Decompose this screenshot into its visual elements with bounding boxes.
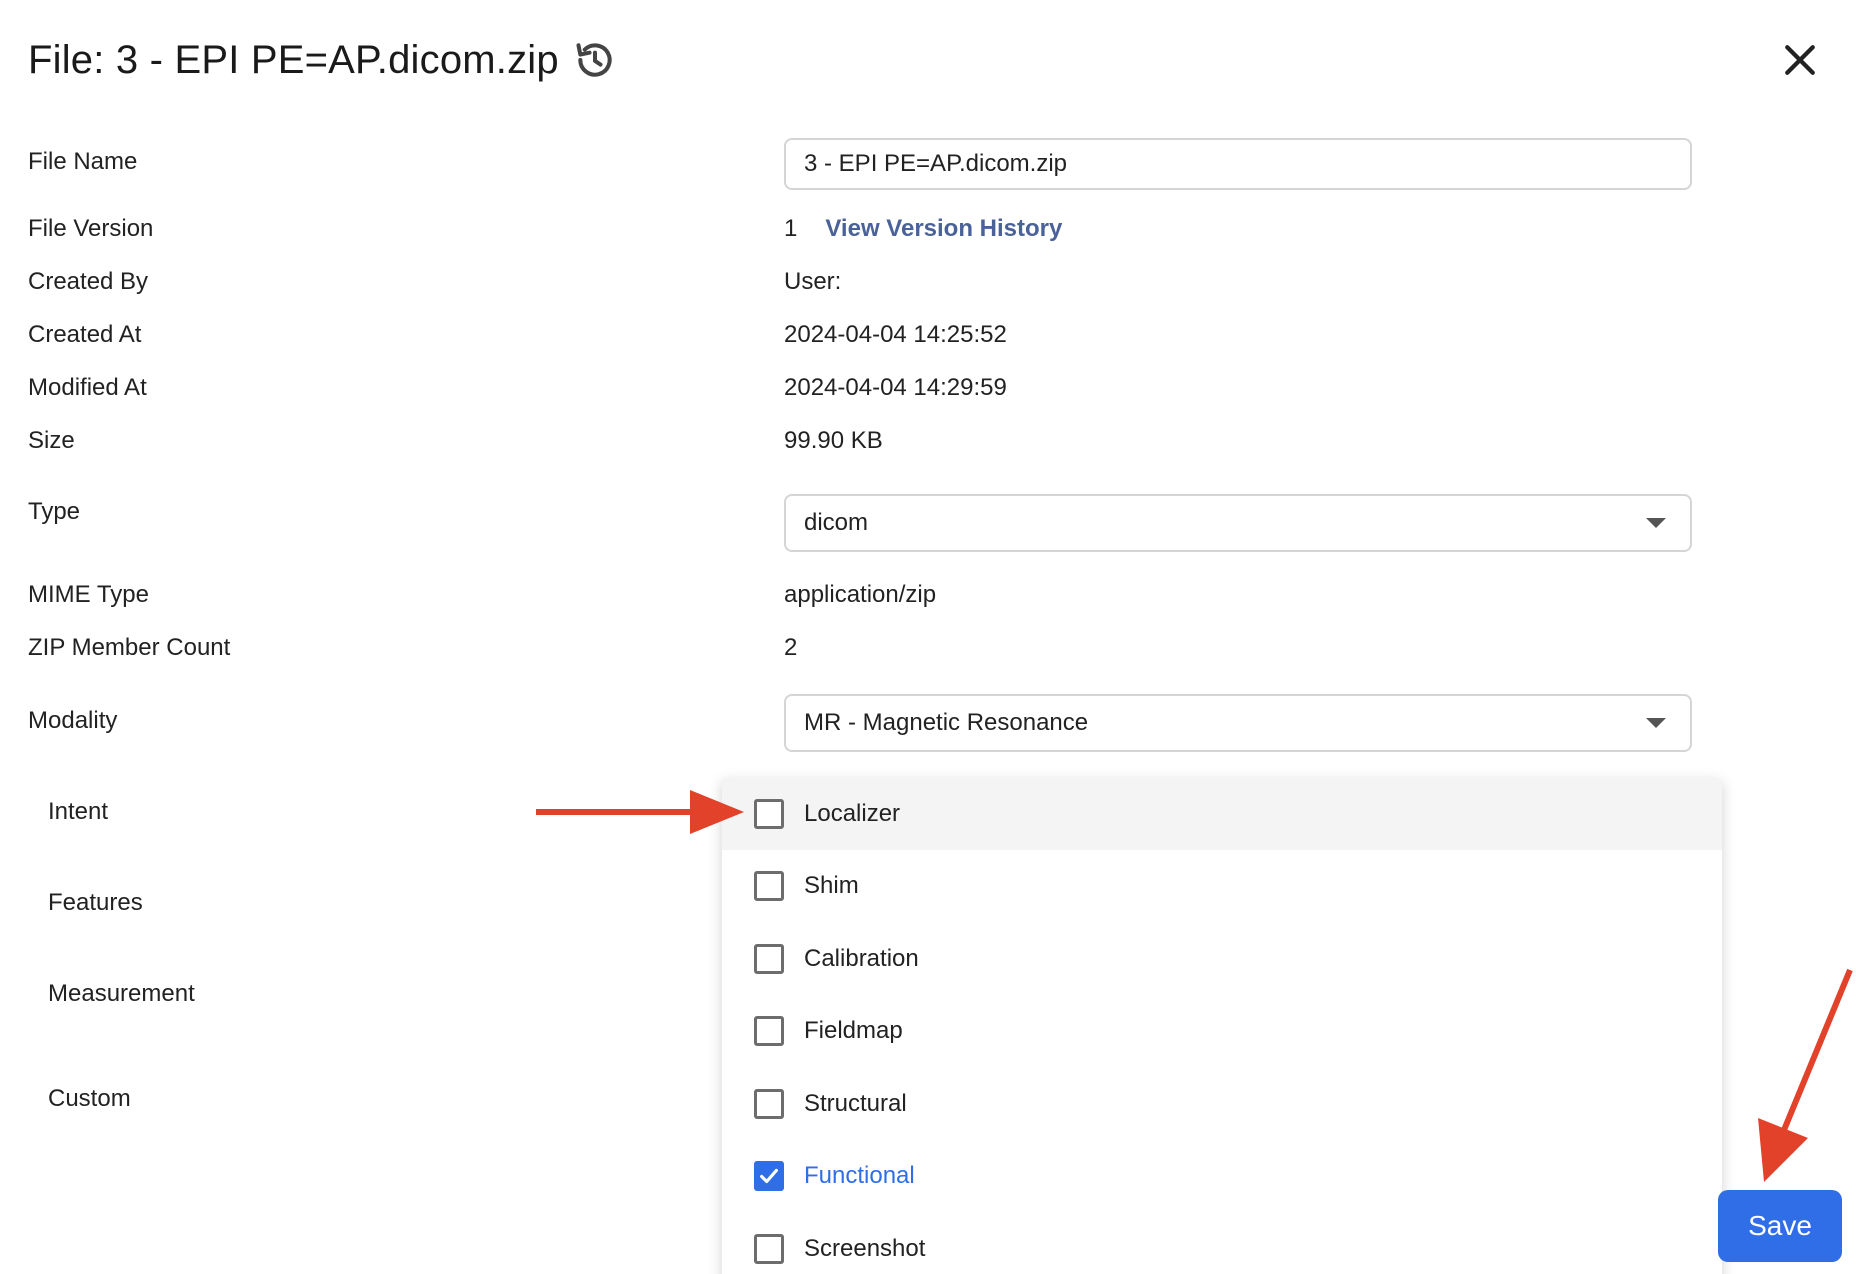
- mime-type-label: MIME Type: [28, 581, 149, 608]
- created-at-label: Created At: [28, 321, 142, 348]
- file-name-label: File Name: [28, 148, 138, 175]
- intent-option-localizer[interactable]: Localizer: [722, 778, 1722, 850]
- option-label: Screenshot: [804, 1235, 926, 1262]
- intent-option-structural[interactable]: Structural: [722, 1068, 1722, 1140]
- type-select-value: dicom: [804, 509, 869, 536]
- modality-select[interactable]: MR - Magnetic Resonance: [784, 694, 1692, 752]
- checkbox[interactable]: [754, 1016, 784, 1046]
- type-label: Type: [28, 498, 81, 525]
- close-icon: [1785, 45, 1815, 75]
- history-icon[interactable]: [573, 38, 617, 82]
- view-version-history-link[interactable]: View Version History: [825, 215, 1062, 242]
- dialog-title: File: 3 - EPI PE=AP.dicom.zip: [28, 37, 559, 82]
- intent-option-fieldmap[interactable]: Fieldmap: [722, 995, 1722, 1067]
- chevron-down-icon: [1646, 518, 1666, 528]
- size-value: 99.90 KB: [784, 427, 883, 454]
- created-by-value: User:: [784, 268, 842, 295]
- annotation-arrow-icon: [536, 790, 744, 834]
- modified-at-label: Modified At: [28, 374, 147, 401]
- file-version-value: 1: [784, 215, 798, 242]
- zip-member-count-value: 2: [784, 634, 798, 661]
- custom-label: Custom: [48, 1085, 131, 1112]
- intent-label: Intent: [48, 798, 109, 825]
- type-select[interactable]: dicom: [784, 494, 1692, 552]
- file-name-value: 3 - EPI PE=AP.dicom.zip: [804, 150, 1068, 177]
- checkbox[interactable]: [754, 799, 784, 829]
- checkbox[interactable]: [754, 1234, 784, 1264]
- created-at-value: 2024-04-04 14:25:52: [784, 321, 1007, 348]
- zip-member-count-label: ZIP Member Count: [28, 634, 231, 661]
- checkbox[interactable]: [754, 944, 784, 974]
- option-label: Localizer: [804, 800, 901, 827]
- intent-dropdown-menu: Localizer Shim Calibration Fieldmap Stru…: [722, 778, 1722, 1274]
- modality-select-value: MR - Magnetic Resonance: [804, 709, 1089, 736]
- intent-option-screenshot[interactable]: Screenshot: [722, 1213, 1722, 1274]
- created-by-label: Created By: [28, 268, 149, 295]
- close-button[interactable]: [1776, 36, 1824, 84]
- modality-label: Modality: [28, 707, 118, 734]
- features-label: Features: [48, 889, 143, 916]
- checkbox[interactable]: [754, 1089, 784, 1119]
- checkbox-checked[interactable]: [754, 1161, 784, 1191]
- checkbox[interactable]: [754, 871, 784, 901]
- option-label: Shim: [804, 872, 859, 899]
- intent-option-shim[interactable]: Shim: [722, 850, 1722, 922]
- save-button[interactable]: Save: [1718, 1190, 1842, 1262]
- option-label: Functional: [804, 1162, 915, 1189]
- measurement-label: Measurement: [48, 980, 195, 1007]
- file-name-input[interactable]: 3 - EPI PE=AP.dicom.zip: [784, 138, 1692, 190]
- file-version-label: File Version: [28, 215, 154, 242]
- option-label: Structural: [804, 1090, 907, 1117]
- dialog-header: File: 3 - EPI PE=AP.dicom.zip: [28, 30, 617, 90]
- intent-option-functional[interactable]: Functional: [722, 1140, 1722, 1212]
- file-version-row: 1 View Version History: [784, 215, 1062, 243]
- option-label: Calibration: [804, 945, 919, 972]
- size-label: Size: [28, 427, 75, 454]
- mime-type-value: application/zip: [784, 581, 937, 608]
- annotation-arrow-icon: [1758, 968, 1853, 1182]
- chevron-down-icon: [1646, 718, 1666, 728]
- modified-at-value: 2024-04-04 14:29:59: [784, 374, 1007, 401]
- checkmark-icon: [760, 1168, 778, 1184]
- intent-option-calibration[interactable]: Calibration: [722, 923, 1722, 995]
- option-label: Fieldmap: [804, 1017, 903, 1044]
